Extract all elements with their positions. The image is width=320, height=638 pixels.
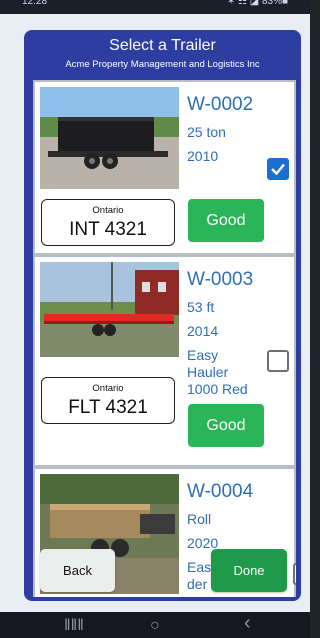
dialog-header: Select a Trailer Acme Property Managemen… [24, 30, 301, 78]
trailer-type: Roll [187, 511, 212, 527]
home-icon[interactable]: ○ [150, 618, 160, 634]
trailer-model-2: Hauler [187, 364, 229, 380]
select-trailer-dialog: Select a Trailer Acme Property Managemen… [24, 30, 301, 601]
trailer-model: Easy [187, 347, 219, 363]
trailer-model-3: 1000 Red [187, 381, 248, 397]
plate-number: INT 4321 [69, 219, 147, 240]
trailer-select-checkbox[interactable] [267, 158, 289, 180]
license-plate: Ontario INT 4321 [41, 199, 175, 246]
status-time: 12:28 [22, 0, 48, 7]
license-plate: Ontario FLT 4321 [41, 377, 175, 424]
plate-province: Ontario [92, 205, 124, 216]
trailer-photo [40, 87, 179, 189]
system-nav-bar: ‖‖‖ ○ ‹ [0, 612, 310, 638]
trailer-length: 53 ft [187, 299, 215, 315]
trailer-id: W-0002 [187, 94, 254, 115]
trailer-model: Eas [187, 559, 212, 575]
dialog-subtitle: Acme Property Management and Logistics I… [65, 59, 260, 70]
dialog-title: Select a Trailer [109, 37, 216, 54]
trailer-id: W-0003 [187, 269, 254, 290]
condition-button[interactable]: Good [188, 199, 264, 242]
trailer-photo [40, 262, 179, 357]
trailer-card[interactable]: W-0002 25 ton 2010 Ontario INT 4321 Good [33, 80, 296, 255]
status-bar: 12:28 ✶ ☷ ◪ 83%■ [0, 0, 310, 14]
recents-icon[interactable]: ‖‖‖ [64, 618, 84, 634]
checkmark-icon [271, 163, 285, 176]
trailer-id: W-0004 [187, 481, 254, 502]
trailer-select-checkbox[interactable] [293, 563, 296, 585]
trailer-year: 2014 [187, 323, 219, 339]
plate-province: Ontario [92, 383, 124, 394]
plate-number: FLT 4321 [68, 397, 148, 418]
trailer-select-checkbox[interactable] [267, 350, 289, 372]
back-button[interactable]: Back [40, 549, 115, 592]
trailer-capacity: 25 ton [187, 124, 226, 140]
nav-back-icon[interactable]: ‹ [244, 613, 251, 633]
trailer-year: 2010 [187, 148, 219, 164]
trailer-model-2: der [187, 576, 208, 592]
trailer-list[interactable]: W-0002 25 ton 2010 Ontario INT 4321 Good [33, 80, 296, 597]
condition-button[interactable]: Good [188, 404, 264, 447]
done-button[interactable]: Done [211, 549, 287, 592]
trailer-card[interactable]: W-0003 53 ft 2014 Easy Hauler 1000 Red O… [33, 255, 296, 467]
status-icons: ✶ ☷ ◪ 83%■ [226, 0, 288, 7]
app-screen: 12:28 ✶ ☷ ◪ 83%■ Select a Trailer Acme P… [0, 0, 310, 638]
